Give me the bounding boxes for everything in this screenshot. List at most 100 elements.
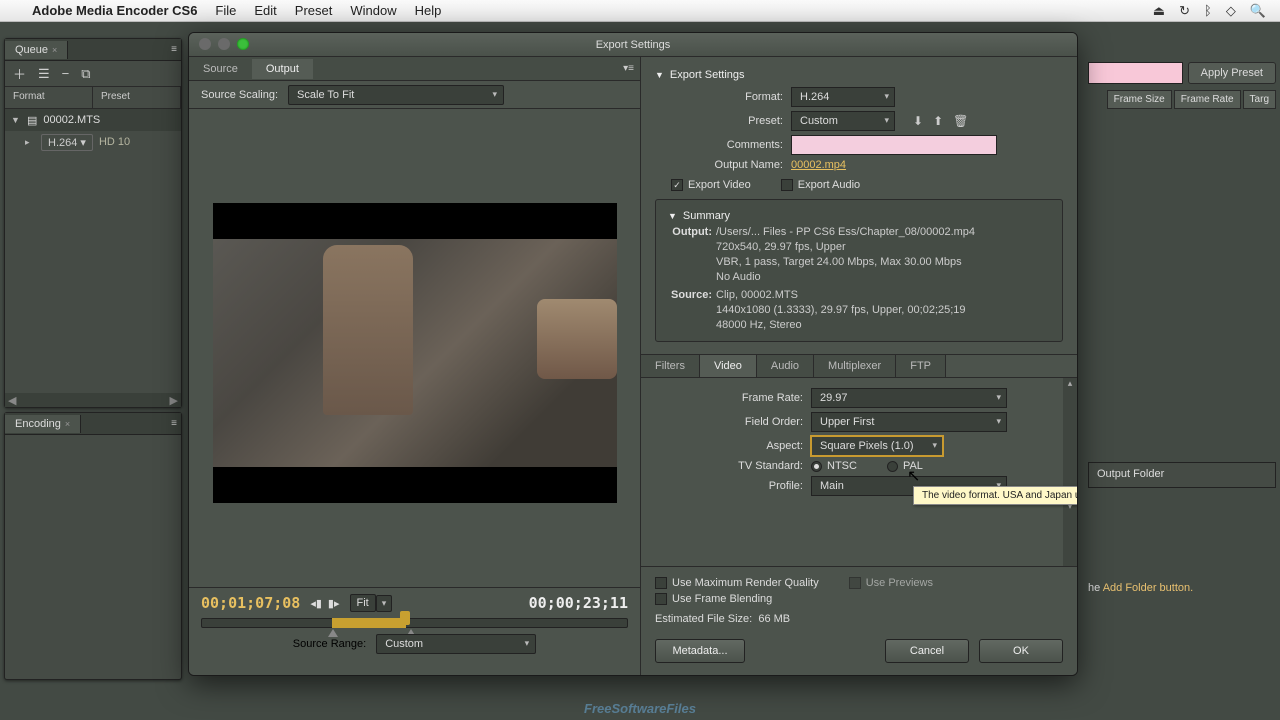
queue-item[interactable]: ▼ ▤ 00002.MTS bbox=[5, 109, 181, 131]
close-icon[interactable]: × bbox=[52, 45, 57, 55]
queue-panel: Queue× ≡ ＋ ☰ − ⧉ Format Preset ▼ ▤ 00002… bbox=[4, 38, 182, 408]
apply-preset-button[interactable]: Apply Preset bbox=[1188, 62, 1276, 84]
twirl-icon: ▼ bbox=[655, 70, 664, 80]
menu-preset[interactable]: Preset bbox=[295, 3, 333, 18]
zoom-fit-dropdown[interactable]: Fit bbox=[350, 594, 376, 612]
field-order-label: Field Order: bbox=[655, 416, 803, 428]
twirl-icon: ▼ bbox=[668, 211, 677, 221]
menu-file[interactable]: File bbox=[215, 3, 236, 18]
tab-multiplexer[interactable]: Multiplexer bbox=[814, 355, 896, 377]
save-preset-icon[interactable]: ⬇ bbox=[913, 114, 923, 128]
frame-blending-checkbox[interactable]: Use Frame Blending bbox=[655, 593, 1063, 605]
timecode-duration: 00;00;23;11 bbox=[529, 594, 628, 612]
twirl-icon[interactable]: ▼ bbox=[11, 115, 21, 125]
field-order-dropdown[interactable]: Upper First bbox=[811, 412, 1007, 432]
vertical-scrollbar[interactable]: ▴▾ bbox=[1063, 378, 1077, 566]
format-dropdown[interactable]: H.264 bbox=[791, 87, 895, 107]
zoom-dropdown-icon[interactable]: ▾ bbox=[376, 595, 393, 612]
menu-help[interactable]: Help bbox=[415, 3, 442, 18]
export-audio-checkbox[interactable]: Export Audio bbox=[781, 179, 860, 191]
queue-toolbar: ＋ ☰ − ⧉ bbox=[5, 61, 181, 87]
mac-menubar: Adobe Media Encoder CS6 File Edit Preset… bbox=[0, 0, 1280, 22]
timeline-controls: 00;01;07;08 ◂▮ ▮▸ Fit ▾ 00;00;23;11 bbox=[189, 587, 640, 675]
panel-menu-icon[interactable]: ≡ bbox=[171, 44, 177, 55]
flyout-icon[interactable]: ▾≡ bbox=[623, 63, 634, 74]
tab-video[interactable]: Video bbox=[700, 355, 757, 377]
export-settings-header[interactable]: ▼Export Settings bbox=[655, 67, 1063, 83]
tv-standard-tooltip: The video format. USA and Japan use NTSC… bbox=[913, 486, 1078, 505]
radio-pal[interactable]: PAL bbox=[887, 460, 923, 472]
queue-item-format[interactable]: H.264 ▾ bbox=[41, 134, 93, 151]
preset-headers: Frame Size Frame Rate Targ bbox=[1107, 90, 1276, 109]
source-scaling-dropdown[interactable]: Scale To Fit bbox=[288, 85, 504, 105]
export-video-checkbox[interactable]: ✓Export Video bbox=[671, 179, 751, 191]
ok-button[interactable]: OK bbox=[979, 639, 1063, 663]
preset-dropdown[interactable]: Custom bbox=[791, 111, 895, 131]
menu-window[interactable]: Window bbox=[350, 3, 396, 18]
eject-icon[interactable]: ⏏ bbox=[1153, 3, 1165, 19]
col-preset[interactable]: Preset bbox=[93, 87, 181, 108]
radio-ntsc[interactable]: NTSC bbox=[811, 460, 857, 472]
twirl-icon[interactable]: ▸ bbox=[25, 137, 35, 148]
source-scaling-label: Source Scaling: bbox=[201, 89, 278, 101]
queue-tab[interactable]: Queue× bbox=[5, 41, 68, 59]
video-preview[interactable] bbox=[213, 203, 617, 503]
timeline-slider[interactable] bbox=[201, 618, 628, 628]
add-folder-hint: he Add Folder button. bbox=[1088, 582, 1276, 594]
step-back-icon[interactable]: ◂▮ bbox=[310, 597, 322, 610]
bluetooth-icon[interactable]: ᛒ bbox=[1204, 3, 1212, 18]
wifi-icon[interactable]: ◇ bbox=[1226, 3, 1236, 19]
timecode-current[interactable]: 00;01;07;08 bbox=[201, 594, 300, 612]
tab-source[interactable]: Source bbox=[189, 59, 252, 79]
add-icon[interactable]: ＋ bbox=[13, 64, 26, 83]
sync-icon[interactable]: ↻ bbox=[1179, 3, 1190, 19]
source-range-label: Source Range: bbox=[293, 638, 366, 650]
col-target[interactable]: Targ bbox=[1243, 90, 1276, 109]
settings-tabs: Filters Video Audio Multiplexer FTP bbox=[641, 354, 1077, 378]
encoding-tab[interactable]: Encoding× bbox=[5, 415, 81, 433]
cancel-button[interactable]: Cancel bbox=[885, 639, 969, 663]
frame-rate-label: Frame Rate: bbox=[655, 392, 803, 404]
menu-edit[interactable]: Edit bbox=[254, 3, 276, 18]
close-icon[interactable]: × bbox=[65, 419, 70, 429]
aspect-dropdown[interactable]: Square Pixels (1.0) bbox=[811, 436, 943, 456]
comments-field[interactable] bbox=[791, 135, 997, 155]
tv-standard-label: TV Standard: bbox=[655, 460, 803, 472]
preset-label: Preset: bbox=[655, 115, 783, 127]
col-frame-size[interactable]: Frame Size bbox=[1107, 90, 1172, 109]
metadata-button[interactable]: Metadata... bbox=[655, 639, 745, 663]
tab-audio[interactable]: Audio bbox=[757, 355, 814, 377]
col-format[interactable]: Format bbox=[5, 87, 93, 108]
preset-search-field[interactable] bbox=[1088, 62, 1183, 84]
output-name-label: Output Name: bbox=[655, 159, 783, 171]
duplicate-icon[interactable]: ⧉ bbox=[81, 66, 90, 82]
queue-item-output[interactable]: ▸ H.264 ▾ HD 10 bbox=[5, 131, 181, 153]
settings-icon[interactable]: ☰ bbox=[38, 66, 50, 82]
spotlight-icon[interactable]: 🔍 bbox=[1250, 3, 1266, 19]
queue-item-name: 00002.MTS bbox=[43, 114, 100, 126]
col-frame-rate[interactable]: Frame Rate bbox=[1174, 90, 1241, 109]
remove-icon[interactable]: − bbox=[62, 66, 70, 81]
import-preset-icon[interactable]: ⬆ bbox=[933, 114, 943, 128]
export-settings-dialog: Export Settings Source Output ▾≡ Source … bbox=[188, 32, 1078, 676]
tab-output[interactable]: Output bbox=[252, 59, 313, 79]
frame-rate-dropdown[interactable]: 29.97 bbox=[811, 388, 1007, 408]
comments-label: Comments: bbox=[655, 139, 783, 151]
step-forward-icon[interactable]: ▮▸ bbox=[328, 597, 340, 610]
tab-ftp[interactable]: FTP bbox=[896, 355, 946, 377]
summary-box: ▼Summary Output:/Users/... Files - PP CS… bbox=[655, 199, 1063, 342]
max-quality-checkbox[interactable]: Use Maximum Render Quality bbox=[655, 577, 819, 589]
window-traffic-lights[interactable] bbox=[199, 38, 249, 50]
tab-filters[interactable]: Filters bbox=[641, 355, 700, 377]
render-options: Use Maximum Render Quality Use Previews … bbox=[641, 566, 1077, 611]
delete-preset-icon[interactable]: 🗑 bbox=[953, 114, 968, 128]
source-range-dropdown[interactable]: Custom bbox=[376, 634, 536, 654]
watermark: FreeSoftwareFiles bbox=[584, 701, 696, 716]
preview-pane: Source Output ▾≡ Source Scaling: Scale T… bbox=[189, 57, 641, 675]
queue-scrollbar[interactable]: ◀▶ bbox=[5, 393, 181, 407]
panel-menu-icon[interactable]: ≡ bbox=[171, 418, 177, 429]
output-name-link[interactable]: 00002.mp4 bbox=[791, 159, 846, 171]
output-folder-header[interactable]: Output Folder bbox=[1088, 462, 1276, 488]
queue-item-preset: HD 10 bbox=[99, 136, 130, 148]
clip-icon: ▤ bbox=[27, 114, 37, 127]
